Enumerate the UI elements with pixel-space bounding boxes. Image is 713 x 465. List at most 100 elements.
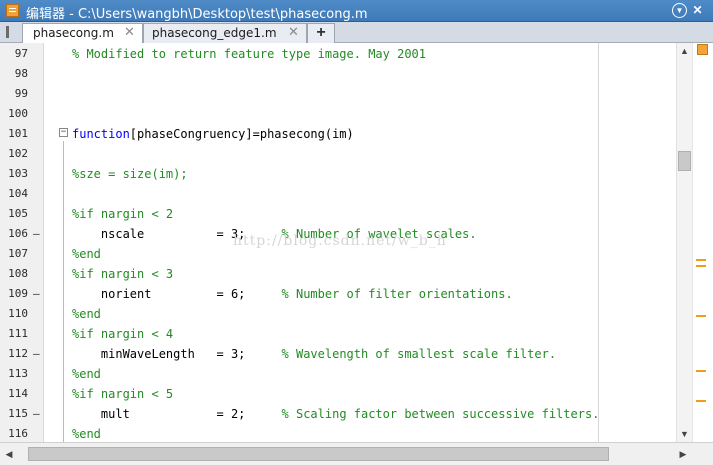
line-number: 102 <box>8 147 28 160</box>
code-token: [phaseCongruency]=phasecong(im) <box>129 127 354 141</box>
code-token: norient = 6; <box>72 287 282 301</box>
code-line[interactable]: 109 — norient = 6; % Number of filter ori… <box>0 284 676 304</box>
code-text: %if nargin < 4 <box>72 324 173 344</box>
horizontal-scroll-thumb[interactable] <box>28 447 609 461</box>
tab-bar-pin-icon <box>6 26 9 38</box>
executable-line-marker[interactable]: — <box>33 344 40 364</box>
line-number: 111 <box>8 327 28 340</box>
code-editor[interactable]: 97 % Modified to return feature type imag… <box>0 43 713 442</box>
code-token: %if nargin < 2 <box>72 207 174 221</box>
warning-marker[interactable] <box>696 400 706 402</box>
code-line[interactable]: 98 <box>0 64 676 84</box>
code-line[interactable]: 115 — mult = 2; % Scaling factor between … <box>0 404 676 424</box>
warning-marker[interactable] <box>696 265 706 267</box>
tab-label: phasecong_edge1.m <box>152 26 277 40</box>
add-tab-button[interactable]: + <box>307 23 335 43</box>
line-number: 98 <box>14 67 28 80</box>
code-token: %end <box>72 367 101 381</box>
code-token: %end <box>72 307 101 321</box>
code-token: % Modified to return feature type image.… <box>72 47 427 61</box>
code-text: %end <box>72 424 101 442</box>
scroll-right-icon[interactable]: ▶ <box>676 447 690 461</box>
tab-bar: phasecong.m ✕ phasecong_edge1.m ✕ + <box>0 22 713 44</box>
tab-phasecong[interactable]: phasecong.m ✕ <box>22 23 143 44</box>
code-text: %if nargin < 5 <box>72 384 173 404</box>
fold-toggle-icon[interactable]: − <box>59 128 68 137</box>
code-line[interactable]: 100 <box>0 104 676 124</box>
code-line[interactable]: 101 − function[phaseCongruency]=phasecong(… <box>0 124 676 144</box>
code-token: %end <box>72 247 101 261</box>
code-token: minWaveLength = 3; <box>72 347 282 361</box>
line-number: 115 <box>8 407 28 420</box>
code-text: function[phaseCongruency]=phasecong(im) <box>72 124 354 144</box>
code-line[interactable]: 113 %end <box>0 364 676 384</box>
line-number: 100 <box>8 107 28 120</box>
scrollbar-corner <box>692 442 713 465</box>
keyword-token: function <box>72 127 130 141</box>
line-number: 97 <box>14 47 28 60</box>
scroll-left-icon[interactable]: ◀ <box>2 447 16 461</box>
window-close-icon[interactable]: ✕ <box>690 3 705 18</box>
window-menu-icon[interactable]: ▼ <box>672 3 687 18</box>
code-line[interactable]: 112 — minWaveLength = 3; % Wavelength of … <box>0 344 676 364</box>
code-line[interactable]: 97 % Modified to return feature type imag… <box>0 44 676 64</box>
executable-line-marker[interactable]: — <box>33 404 40 424</box>
line-number: 106 <box>8 227 28 240</box>
horizontal-scrollbar[interactable]: ◀ ▶ <box>0 442 692 465</box>
code-line[interactable]: 114 %if nargin < 5 <box>0 384 676 404</box>
title-bar: 编辑器 - C:\Users\wangbh\Desktop\test\phase… <box>0 0 713 22</box>
line-number: 112 <box>8 347 28 360</box>
code-token: %if nargin < 5 <box>72 387 174 401</box>
code-text: %end <box>72 244 101 264</box>
code-line[interactable]: 99 <box>0 84 676 104</box>
tab-close-icon[interactable]: ✕ <box>288 25 299 40</box>
executable-line-marker[interactable]: — <box>33 224 40 244</box>
code-line[interactable]: 110 %end <box>0 304 676 324</box>
warning-marker[interactable] <box>696 315 706 317</box>
comment-token: % Scaling factor between successive filt… <box>281 407 600 421</box>
analyzer-status-icon[interactable] <box>697 44 708 55</box>
code-text: %end <box>72 364 101 384</box>
code-line[interactable]: 103 %sze = size(im); <box>0 164 676 184</box>
line-number: 110 <box>8 307 28 320</box>
editor-app-icon <box>6 4 19 17</box>
line-number: 114 <box>8 387 28 400</box>
line-number: 113 <box>8 367 28 380</box>
code-analyzer-bar <box>692 43 713 442</box>
code-line[interactable]: 105 %if nargin < 2 <box>0 204 676 224</box>
tab-label: phasecong.m <box>33 26 114 40</box>
vertical-scrollbar[interactable]: ▲ ▼ <box>676 43 692 442</box>
warning-marker[interactable] <box>696 259 706 261</box>
code-text: %if nargin < 2 <box>72 204 173 224</box>
code-line[interactable]: 104 <box>0 184 676 204</box>
code-text: %end <box>72 304 101 324</box>
code-text: minWaveLength = 3; % Wavelength of small… <box>72 344 556 364</box>
line-number: 107 <box>8 247 28 260</box>
watermark-text: http://blog.csdn.net/w_b_h <box>233 233 447 249</box>
comment-token: % Number of filter orientations. <box>281 287 513 301</box>
code-line[interactable]: 108 %if nargin < 3 <box>0 264 676 284</box>
code-text: norient = 6; % Number of filter orientat… <box>72 284 513 304</box>
scroll-down-icon[interactable]: ▼ <box>677 427 692 441</box>
line-number: 105 <box>8 207 28 220</box>
tab-close-icon[interactable]: ✕ <box>124 25 135 40</box>
code-token: %if nargin < 3 <box>72 267 174 281</box>
code-line[interactable]: 111 %if nargin < 4 <box>0 324 676 344</box>
executable-line-marker[interactable]: — <box>33 284 40 304</box>
line-number: 101 <box>8 127 28 140</box>
line-number: 99 <box>14 87 28 100</box>
tab-phasecong-edge1[interactable]: phasecong_edge1.m ✕ <box>143 23 307 43</box>
comment-token: % Wavelength of smallest scale filter. <box>281 347 557 361</box>
code-text: mult = 2; % Scaling factor between succe… <box>72 404 600 424</box>
code-token: mult = 2; <box>72 407 282 421</box>
code-line[interactable]: 116 %end <box>0 424 676 442</box>
code-text: %sze = size(im); <box>72 164 188 184</box>
code-line[interactable]: 102 <box>0 144 676 164</box>
line-number: 104 <box>8 187 28 200</box>
scroll-up-icon[interactable]: ▲ <box>677 44 692 58</box>
line-number: 109 <box>8 287 28 300</box>
code-text: %if nargin < 3 <box>72 264 173 284</box>
warning-marker[interactable] <box>696 370 706 372</box>
code-token: %sze = size(im); <box>72 167 188 181</box>
vertical-scroll-thumb[interactable] <box>678 151 691 171</box>
